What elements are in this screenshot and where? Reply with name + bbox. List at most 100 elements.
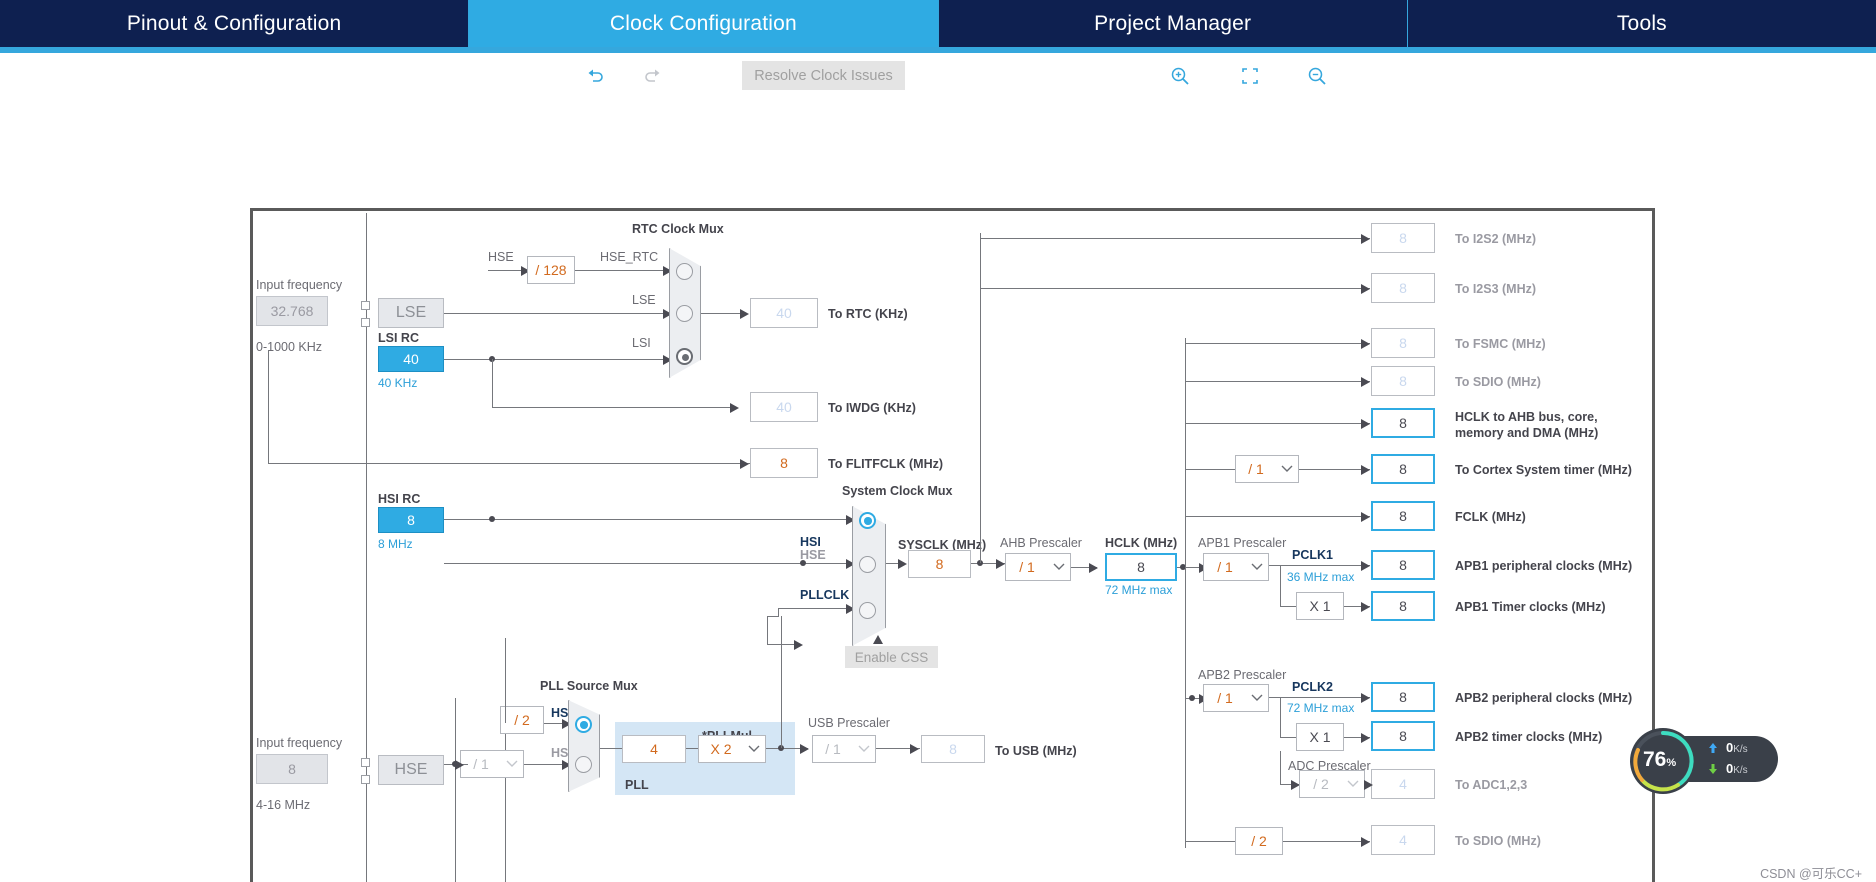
tab-project-manager[interactable]: Project Manager (939, 0, 1408, 47)
wire-to-i2s2 (980, 238, 1370, 239)
wire-to-i2s3 (980, 288, 1370, 289)
output-apb1-timer-field[interactable]: 8 (1371, 591, 1435, 621)
pll-hse-divider-select[interactable]: / 1 (460, 750, 524, 778)
zoom-in-button[interactable] (1163, 53, 1197, 98)
output-to-rtc-field[interactable]: 40 (750, 298, 818, 328)
apb2-prescaler-select[interactable]: / 1 (1203, 684, 1269, 712)
pllmul-select[interactable]: X 2 (698, 735, 766, 763)
apb2-prescaler-value: / 1 (1217, 690, 1233, 706)
enable-css-button[interactable]: Enable CSS (845, 646, 938, 668)
tab-pinout-configuration[interactable]: Pinout & Configuration (0, 0, 470, 47)
arrow-ahb-hclk (1089, 563, 1098, 573)
output-to-i2s3-field[interactable]: 8 (1371, 273, 1435, 303)
wire-pllmux-out (600, 748, 622, 749)
tab-tools[interactable]: Tools (1408, 0, 1876, 47)
pll-source-mux[interactable] (568, 700, 600, 792)
arrow-apb2-periph (1361, 693, 1370, 703)
undo-button[interactable] (578, 53, 612, 98)
redo-button[interactable] (636, 53, 670, 98)
output-to-sdio2-field[interactable]: 4 (1371, 825, 1435, 855)
apb1-timer-multiplier-box[interactable]: X 1 (1296, 592, 1344, 620)
lse-input-frequency-field[interactable]: 32.768 (256, 296, 328, 326)
pclk2-label: PCLK2 (1292, 680, 1333, 694)
output-to-iwdg-field[interactable]: 40 (750, 392, 818, 422)
zoom-out-button[interactable] (1300, 53, 1334, 98)
output-apb1-periph-field[interactable]: 8 (1371, 550, 1435, 580)
hclk-field[interactable]: 8 (1105, 553, 1177, 581)
rtc-hse-divider-box[interactable]: / 128 (527, 256, 575, 284)
output-apb2-periph-label: APB2 peripheral clocks (MHz) (1455, 691, 1633, 705)
sysclk-field[interactable]: 8 (908, 550, 971, 578)
ahb-prescaler-select[interactable]: / 1 (1005, 553, 1071, 581)
wire-cortexdiv-out (1298, 469, 1370, 470)
arrow-css-up (873, 635, 883, 644)
network-speed-widget[interactable]: 76% 0K/s 0K/s (1630, 728, 1778, 794)
output-to-sdio-field[interactable]: 8 (1371, 366, 1435, 396)
resolve-clock-issues-button[interactable]: Resolve Clock Issues (742, 61, 905, 90)
output-apb2-timer-field[interactable]: 8 (1371, 721, 1435, 751)
arrow-usb-out (910, 744, 919, 754)
arrow-i2s3 (1361, 284, 1370, 294)
pllmul-value: X 2 (710, 741, 732, 757)
rtc-mux-radio-hse-rtc[interactable] (676, 263, 693, 280)
sysmux-radio-pllclk[interactable] (859, 602, 876, 619)
output-hclk-ahb-field[interactable]: 8 (1371, 408, 1435, 438)
output-apb2-periph-field[interactable]: 8 (1371, 682, 1435, 712)
chevron-down-icon (1246, 563, 1268, 571)
sysmux-radio-hsi[interactable] (859, 512, 876, 529)
apb1-prescaler-label: APB1 Prescaler (1198, 536, 1287, 550)
pll-input-field[interactable]: 4 (622, 735, 686, 763)
apb1-prescaler-select[interactable]: / 1 (1203, 553, 1269, 581)
fit-to-screen-button[interactable] (1233, 53, 1267, 98)
output-to-i2s2-field[interactable]: 8 (1371, 223, 1435, 253)
pclk1-label: PCLK1 (1292, 548, 1333, 562)
usb-prescaler-select[interactable]: / 1 (812, 735, 876, 763)
wire-lsi-to-iwdg (492, 407, 737, 408)
output-to-flitfclk-field[interactable]: 8 (750, 448, 818, 478)
adc-prescaler-value: / 2 (1313, 776, 1329, 792)
output-cortex-systimer-label: To Cortex System timer (MHz) (1455, 463, 1632, 477)
sdio-divider-box[interactable]: / 2 (1235, 827, 1283, 855)
hse-source-box[interactable]: HSE (378, 755, 444, 785)
wire-pllclk-riser (767, 616, 768, 644)
rtc-clock-mux-title: RTC Clock Mux (632, 222, 724, 236)
output-to-fsmc-field[interactable]: 8 (1371, 328, 1435, 358)
arrow-hse-pllhsediv (455, 760, 464, 770)
output-fclk-field[interactable]: 8 (1371, 501, 1435, 531)
wire-hclk-to-cortexdiv (1185, 469, 1235, 470)
output-cortex-systimer-field[interactable]: 8 (1371, 454, 1435, 484)
adc-prescaler-select[interactable]: / 2 (1299, 770, 1365, 798)
lse-source-box[interactable]: LSE (378, 298, 444, 328)
hse-pin-osc-out[interactable] (361, 775, 370, 784)
system-clock-mux-title: System Clock Mux (842, 484, 953, 498)
cortex-prescaler-select[interactable]: / 1 (1235, 455, 1299, 483)
hse-pin-osc-in[interactable] (361, 758, 370, 767)
sysmux-radio-hse[interactable] (859, 556, 876, 573)
arrow-fclk (1361, 512, 1370, 522)
apb2-timer-multiplier-box[interactable]: X 1 (1296, 723, 1344, 751)
tab-clock-configuration[interactable]: Clock Configuration (469, 0, 939, 47)
pll-mux-radio-hsi[interactable] (575, 716, 592, 733)
hse-input-frequency-field[interactable]: 8 (256, 754, 328, 784)
pll-hsi-divider-box[interactable]: / 2 (500, 706, 544, 734)
pll-mux-radio-hse[interactable] (575, 756, 592, 773)
rtc-mux-radio-lse[interactable] (676, 305, 693, 322)
output-to-adc123-field[interactable]: 4 (1371, 769, 1435, 799)
output-hclk-ahb-label: HCLK to AHB bus, core, (1455, 410, 1598, 424)
arrow-sysmux-out (898, 559, 907, 569)
lsi-value-field[interactable]: 40 (378, 346, 444, 372)
chevron-down-icon (743, 745, 765, 753)
hsi-value-field[interactable]: 8 (378, 507, 444, 533)
zoom-in-icon (1165, 61, 1195, 91)
usb-output-label: To USB (MHz) (995, 744, 1077, 758)
lse-pin-osc-out[interactable] (361, 318, 370, 327)
rtc-mux-radio-lsi[interactable] (676, 348, 693, 365)
sysmux-pllclk-label: PLLCLK (800, 588, 850, 602)
tab-label: Clock Configuration (609, 11, 797, 35)
wire-hclk-to-fclk (1185, 516, 1370, 517)
arrow-lsi-iwdg (730, 403, 739, 413)
lsi-sub-label: 40 KHz (378, 376, 418, 390)
wire-lsi-down (492, 359, 493, 407)
lse-pin-osc-in[interactable] (361, 301, 370, 310)
usb-output-field[interactable]: 8 (921, 735, 985, 763)
